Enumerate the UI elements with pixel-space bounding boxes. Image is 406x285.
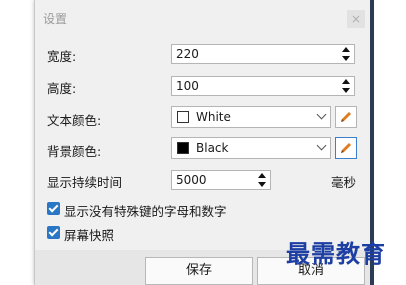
duration-spinbox[interactable]: 5000 bbox=[171, 170, 271, 190]
bg-color-label: 背景颜色: bbox=[47, 144, 102, 159]
white-swatch-icon bbox=[177, 111, 189, 123]
dialog-title: 设置 bbox=[43, 12, 68, 26]
screen-flash-label: 屏幕快照 bbox=[64, 228, 115, 243]
bg-color-select[interactable]: Black bbox=[171, 137, 331, 159]
black-swatch-icon bbox=[177, 142, 189, 154]
save-button[interactable]: 保存 bbox=[145, 257, 253, 285]
duration-label: 显示持续时间 bbox=[47, 175, 123, 190]
bg-color-value: Black bbox=[196, 141, 229, 155]
height-label: 高度: bbox=[47, 81, 77, 96]
pencil-icon bbox=[341, 143, 351, 153]
bg-color-picker-button[interactable] bbox=[335, 137, 357, 159]
duration-value: 5000 bbox=[176, 173, 207, 187]
show-letters-label: 显示没有特殊键的字母和数字 bbox=[64, 204, 227, 219]
text-color-select[interactable]: White bbox=[171, 106, 331, 128]
width-spinbox[interactable]: 220 bbox=[171, 44, 355, 64]
spinner-arrows-icon[interactable] bbox=[340, 78, 352, 94]
height-spinbox[interactable]: 100 bbox=[171, 76, 355, 96]
title-bar: 设置 × bbox=[35, 0, 371, 36]
height-value: 100 bbox=[176, 79, 199, 93]
text-color-picker-button[interactable] bbox=[335, 106, 357, 128]
checkbox-checked-icon[interactable] bbox=[47, 202, 60, 215]
text-color-label: 文本颜色: bbox=[47, 113, 102, 128]
width-label: 宽度: bbox=[47, 49, 77, 64]
spinner-arrows-icon[interactable] bbox=[340, 46, 352, 62]
watermark-logo: 最需教育 bbox=[286, 239, 386, 268]
duration-unit: 毫秒 bbox=[331, 175, 357, 190]
close-button[interactable]: × bbox=[347, 10, 365, 28]
pencil-icon bbox=[341, 112, 351, 122]
text-color-value: White bbox=[196, 110, 231, 124]
checkbox-checked-icon[interactable] bbox=[47, 226, 60, 239]
spinner-arrows-icon[interactable] bbox=[256, 172, 268, 188]
chevron-down-icon bbox=[316, 109, 327, 120]
width-value: 220 bbox=[176, 47, 199, 61]
chevron-down-icon bbox=[316, 140, 327, 151]
